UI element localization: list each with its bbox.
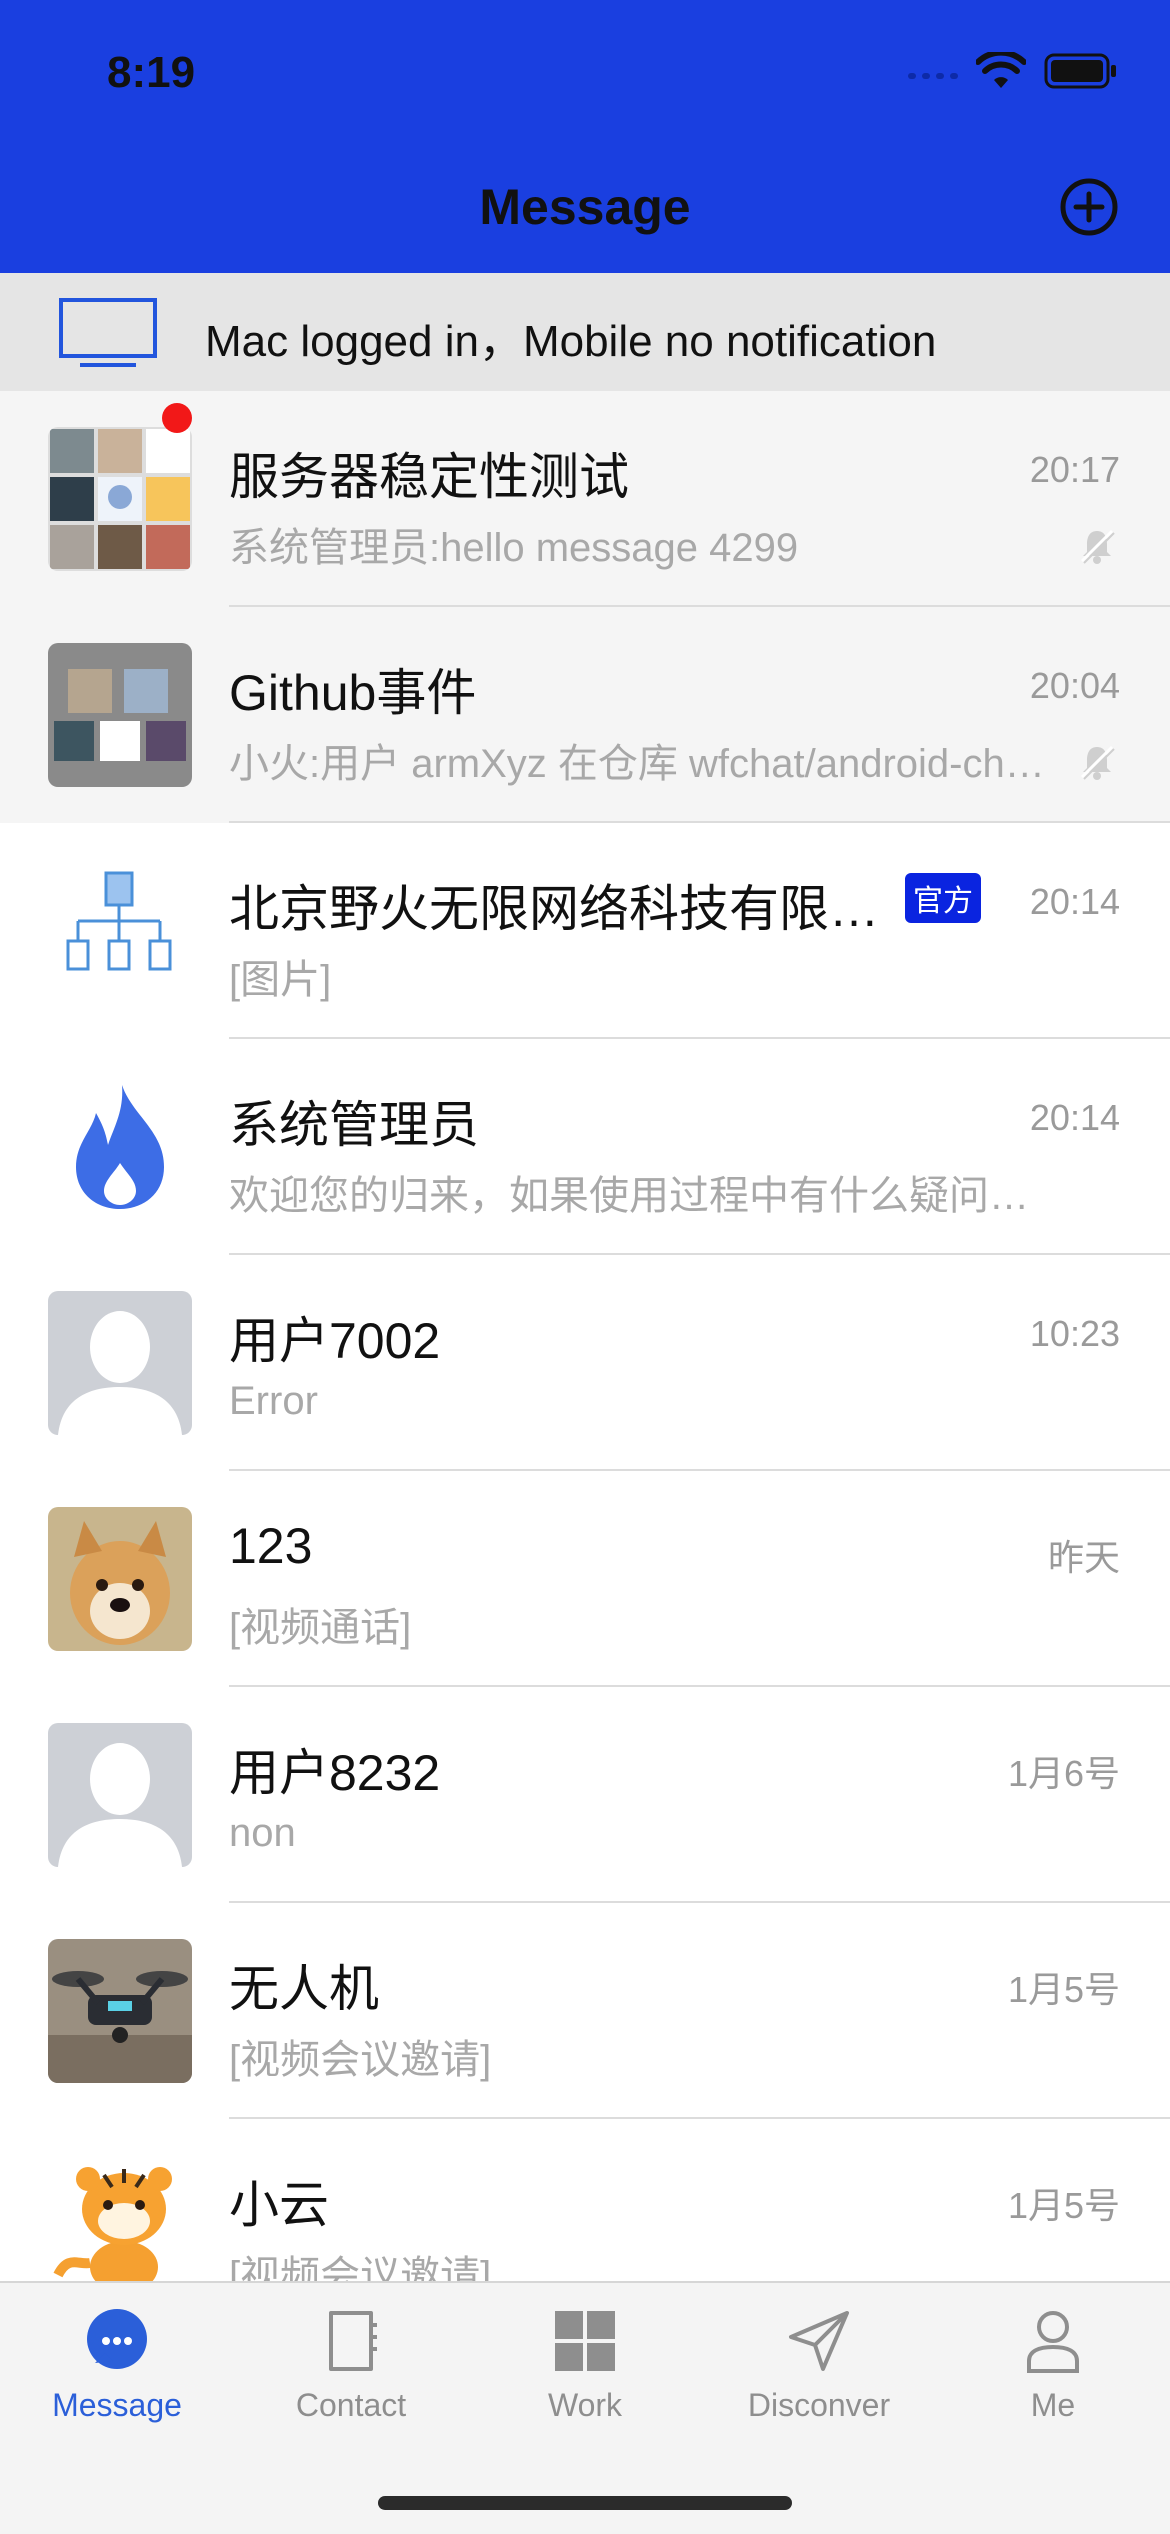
cellular-signal-icon (908, 73, 958, 79)
conversation-title: 123 (229, 1518, 313, 1574)
drone-avatar (48, 1939, 192, 2083)
status-icons (908, 52, 1118, 90)
battery-icon (1044, 53, 1116, 89)
grid-icon (555, 2311, 615, 2371)
navigation-header: 8:19 Message (0, 0, 1170, 273)
conversation-preview: 小火:用户 armXyz 在仓库 wfchat/android-chat 中..… (229, 742, 1059, 786)
org-chart-icon (48, 859, 192, 1003)
conversation-time: 1月6号 (1007, 1753, 1120, 1794)
flame-icon (48, 1075, 192, 1219)
conversation-time: 20:14 (1029, 1097, 1120, 1138)
unread-dot (162, 403, 192, 433)
conversation-title: 用户8232 (229, 1745, 441, 1801)
mute-bell-icon (1080, 745, 1115, 780)
tab-contact[interactable]: Contact (234, 2307, 468, 2424)
conversation-title: 无人机 (229, 1961, 379, 2017)
conversation-preview: [图片] (229, 958, 332, 1002)
conversation-row[interactable]: 北京野火无限网络科技有限公司 官方 20:14 [图片] (0, 823, 1170, 1039)
conversation-row[interactable]: 无人机 1月5号 [视频会议邀请] (0, 1903, 1170, 2119)
group-avatar (48, 643, 192, 787)
doge-avatar (48, 1507, 192, 1651)
conversation-title: 北京野火无限网络科技有限公司 (229, 881, 889, 937)
default-avatar (48, 1723, 192, 1867)
conversation-time: 20:14 (1029, 881, 1120, 922)
group-avatar (48, 427, 192, 571)
status-time: 8:19 (107, 48, 196, 97)
home-indicator (378, 2496, 792, 2510)
paper-plane-icon (789, 2311, 849, 2371)
tiger-avatar (48, 2155, 192, 2281)
conversation-preview: [视频会议邀请] (229, 2038, 492, 2082)
conversation-time: 20:17 (1029, 449, 1120, 490)
add-icon[interactable] (1060, 178, 1118, 236)
conversation-preview: 系统管理员:hello message 4299 (229, 526, 799, 570)
tab-label: Message (52, 2387, 182, 2423)
conversation-list[interactable]: 服务器稳定性测试 20:17 系统管理员:hello message 4299 … (0, 391, 1170, 2281)
tab-label: Contact (295, 2387, 407, 2423)
conversation-time: 1月5号 (1007, 1969, 1120, 2010)
conversation-time: 10:23 (1029, 1313, 1120, 1354)
conversation-time: 1月5号 (1007, 2185, 1120, 2226)
conversation-preview: [视频通话] (229, 1606, 412, 1650)
tab-discover[interactable]: Disconver (702, 2307, 936, 2424)
conversation-time: 昨天 (1047, 1537, 1120, 1578)
conversation-preview: Error (229, 1379, 318, 1423)
conversation-row[interactable]: 用户8232 1月6号 non (0, 1687, 1170, 1903)
conversation-row[interactable]: 用户7002 10:23 Error (0, 1255, 1170, 1471)
conversation-row[interactable]: 服务器稳定性测试 20:17 系统管理员:hello message 4299 (0, 391, 1170, 607)
conversation-title: 服务器稳定性测试 (229, 449, 629, 505)
pc-login-banner[interactable]: Mac logged in，Mobile no notification (0, 273, 1170, 391)
tab-label: Me (1030, 2387, 1076, 2423)
conversation-time: 20:04 (1029, 665, 1120, 706)
mute-bell-icon (1080, 529, 1115, 564)
conversation-preview: non (229, 1811, 296, 1855)
chat-bubble-icon (87, 2309, 147, 2369)
conversation-row[interactable]: 系统管理员 20:14 欢迎您的归来，如果使用过程中有什么疑问可以联系我 (0, 1039, 1170, 1255)
page-title: Message (479, 179, 691, 235)
conversation-preview: 欢迎您的归来，如果使用过程中有什么疑问可以联系我 (229, 1174, 1059, 1218)
conversation-row[interactable]: Github事件 20:04 小火:用户 armXyz 在仓库 wfchat/a… (0, 607, 1170, 823)
person-icon (1027, 2311, 1079, 2373)
conversation-row[interactable]: 小云 1月5号 [视频会议邀请] (0, 2119, 1170, 2281)
monitor-icon (59, 298, 157, 367)
conversation-title: 小云 (229, 2177, 329, 2233)
conversation-title: 用户7002 (229, 1313, 441, 1369)
conversation-title: 系统管理员 (229, 1097, 479, 1153)
conversation-preview: [视频会议邀请] (229, 2254, 492, 2281)
tab-work[interactable]: Work (468, 2307, 702, 2424)
conversation-title: Github事件 (229, 665, 477, 721)
pc-login-text: Mac logged in，Mobile no notification (205, 317, 937, 366)
contact-book-icon (329, 2311, 377, 2371)
tab-label: Disconver (747, 2387, 891, 2423)
tab-label: Work (547, 2387, 623, 2423)
default-avatar (48, 1291, 192, 1435)
tab-message[interactable]: Message (0, 2307, 234, 2424)
conversation-row[interactable]: 123 昨天 [视频通话] (0, 1471, 1170, 1687)
official-badge: 官方 (905, 873, 981, 923)
tab-me[interactable]: Me (936, 2307, 1170, 2424)
wifi-icon (976, 52, 1026, 88)
